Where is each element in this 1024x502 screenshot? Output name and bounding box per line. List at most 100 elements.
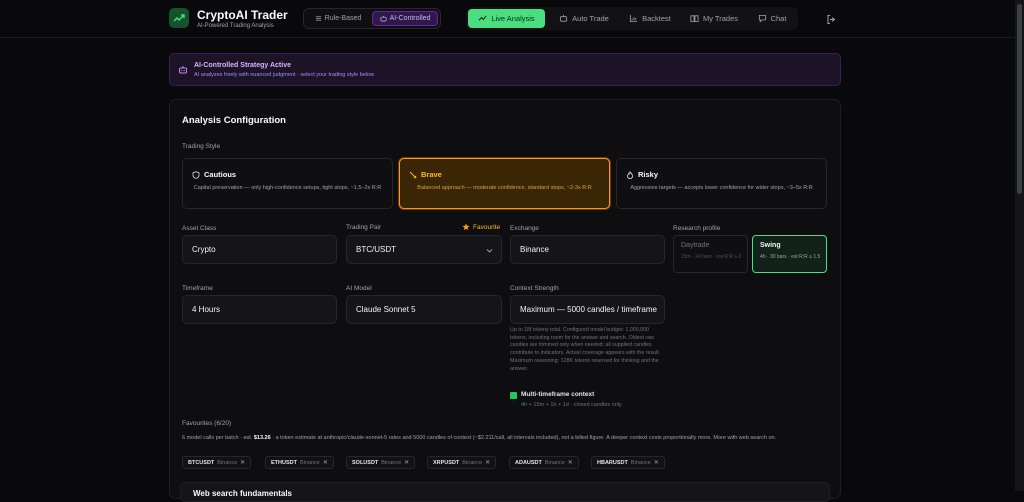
app-subtitle: AI-Powered Trading Analysis [197, 23, 274, 29]
favourite-chip[interactable]: XRPUSDT Binance ✕ [427, 456, 497, 469]
profile-swing[interactable]: Swing 4h · 30 bars · est R:R ≥ 1.5 [752, 235, 827, 273]
mode-switch: Rule-Based AI-Controlled [303, 8, 441, 29]
style-cautious[interactable]: Cautious Capital preservation — only hig… [182, 158, 393, 209]
nav-backtest[interactable]: Backtest [620, 9, 680, 28]
favourites-label: Favourites (6/20) [182, 420, 232, 427]
trading-pair-select[interactable]: BTC/USDT [346, 235, 502, 264]
nav-auto-trade[interactable]: Auto Trade [548, 9, 620, 28]
context-strength-select[interactable]: Maximum — 5000 candles / timeframe [510, 295, 665, 324]
favourite-label: Favourite [473, 223, 501, 231]
style-brave[interactable]: Brave Balanced approach — moderate confi… [399, 158, 610, 209]
research-profile-label: Research profile [673, 225, 721, 232]
style-desc: Balanced approach — moderate confidence,… [417, 185, 592, 191]
asset-class-value: Crypto [192, 245, 216, 254]
star-icon [462, 223, 470, 230]
profile-desc: 4h · 30 bars · est R:R ≥ 1.5 [760, 254, 821, 260]
style-desc: Capital preservation — only high-confide… [193, 185, 382, 191]
scrollbar-thumb[interactable] [1017, 4, 1022, 194]
cost-prefix: 6 model calls per batch · est. [182, 435, 253, 441]
favourite-chip[interactable]: ETHUSDT Binance ✕ [265, 456, 334, 469]
mode-rule-based[interactable]: Rule-Based [307, 11, 369, 26]
asset-class-select[interactable]: Crypto [182, 235, 337, 264]
chip-exchange: Binance [299, 459, 320, 466]
mtf-desc: 4h + 15m + 1h + 1d · closed candles only [521, 402, 622, 408]
remove-icon[interactable]: ✕ [323, 459, 328, 466]
chip-exchange: Binance [462, 459, 483, 466]
nav-chat[interactable]: Chat [748, 9, 796, 28]
mode-ai-controlled[interactable]: AI-Controlled [372, 11, 438, 26]
chip-exchange: Binance [544, 459, 565, 466]
web-search-section[interactable]: Web search fundamentals [180, 482, 830, 502]
nav-live-analysis[interactable]: Live Analysis [468, 9, 545, 28]
timeframe-label: Timeframe [182, 285, 213, 292]
trend-icon [478, 15, 487, 21]
banner-text: AI analyzes freely with nuanced judgment… [194, 72, 375, 78]
config-heading: Analysis Configuration [182, 115, 286, 126]
favourite-chip[interactable]: BTCUSDT Binance ✕ [182, 456, 252, 469]
banner-title: AI-Controlled Strategy Active [194, 62, 291, 69]
remove-icon[interactable]: ✕ [485, 459, 490, 466]
context-strength-value: Maximum — 5000 candles / timeframe [520, 305, 657, 314]
profile-name: Daytrade [681, 242, 710, 249]
chip-symbol: SOLUSDT [352, 459, 379, 466]
timeframe-select[interactable]: 4 Hours [182, 295, 337, 324]
style-desc: Aggressive targets — accepts lower confi… [630, 185, 813, 191]
nav-label: Chat [770, 14, 787, 23]
context-note: Up to 1M tokens total. Configured model … [510, 327, 661, 372]
bot-icon [560, 14, 568, 22]
favourite-chip[interactable]: HBARUSDT Binance ✕ [591, 456, 665, 469]
strategy-banner: AI-Controlled Strategy Active AI analyze… [169, 53, 841, 86]
ai-model-label: AI Model [346, 285, 372, 292]
style-name: Risky [638, 170, 659, 179]
nav-label: Backtest [642, 14, 671, 23]
favourite-chip[interactable]: ADAUSDT Binance ✕ [509, 456, 579, 469]
trend-logo-icon [169, 8, 189, 28]
chip-exchange: Binance [630, 459, 651, 466]
nav-label: My Trades [702, 14, 738, 23]
exchange-value: Binance [520, 245, 549, 254]
brand: CryptoAI Trader AI-Powered Trading Analy… [197, 8, 288, 29]
check-icon [510, 399, 517, 404]
page-scrollbar[interactable] [1015, 0, 1024, 491]
bot-icon [179, 66, 187, 74]
book-icon [690, 15, 699, 23]
app-title: CryptoAI Trader [197, 8, 288, 22]
remove-icon[interactable]: ✕ [568, 459, 573, 466]
app-header: CryptoAI Trader AI-Powered Trading Analy… [0, 0, 1015, 38]
main-nav: Live Analysis Auto Trade Backtest My Tra… [466, 7, 798, 30]
chip-symbol: ADAUSDT [515, 459, 542, 466]
context-strength-label: Context Strength [510, 285, 559, 292]
chip-symbol: HBARUSDT [597, 459, 628, 466]
style-risky[interactable]: Risky Aggressive targets — accepts lower… [616, 158, 827, 209]
exchange-select[interactable]: Binance [510, 235, 665, 264]
nav-label: Live Analysis [491, 14, 535, 23]
ai-model-value: Claude Sonnet 5 [356, 305, 416, 314]
favourite-chip[interactable]: SOLUSDT Binance ✕ [346, 456, 416, 469]
ai-model-select[interactable]: Claude Sonnet 5 [346, 295, 502, 324]
remove-icon[interactable]: ✕ [654, 459, 659, 466]
style-name: Cautious [204, 170, 237, 179]
chevron-down-icon [486, 249, 493, 253]
logout-icon[interactable] [826, 12, 838, 24]
remove-icon[interactable]: ✕ [240, 459, 245, 466]
chip-symbol: BTCUSDT [188, 459, 215, 466]
nav-my-trades[interactable]: My Trades [684, 9, 744, 28]
timeframe-value: 4 Hours [192, 305, 221, 314]
list-icon [315, 16, 321, 21]
exchange-label: Exchange [510, 225, 539, 232]
chip-exchange: Binance [381, 459, 402, 466]
analysis-config-card: Analysis Configuration Trading Style Cau… [169, 99, 841, 502]
mtf-label: Multi-timeframe context [521, 391, 595, 398]
cost-estimate: 6 model calls per batch · est. $13.26 · … [182, 434, 832, 442]
flame-icon [627, 170, 633, 179]
profile-daytrade[interactable]: Daytrade 15m · 24 bars · est R:R ≥ 2 [673, 235, 748, 273]
mtf-checkbox[interactable] [510, 392, 517, 404]
nav-label: Auto Trade [572, 14, 609, 23]
favourite-toggle[interactable]: Favourite [462, 223, 500, 231]
mode-label: Rule-Based [324, 15, 362, 22]
chip-symbol: ETHUSDT [271, 459, 297, 466]
style-name: Brave [421, 170, 442, 179]
chat-icon [758, 14, 766, 23]
remove-icon[interactable]: ✕ [404, 459, 409, 466]
trading-pair-label: Trading Pair [346, 224, 382, 231]
